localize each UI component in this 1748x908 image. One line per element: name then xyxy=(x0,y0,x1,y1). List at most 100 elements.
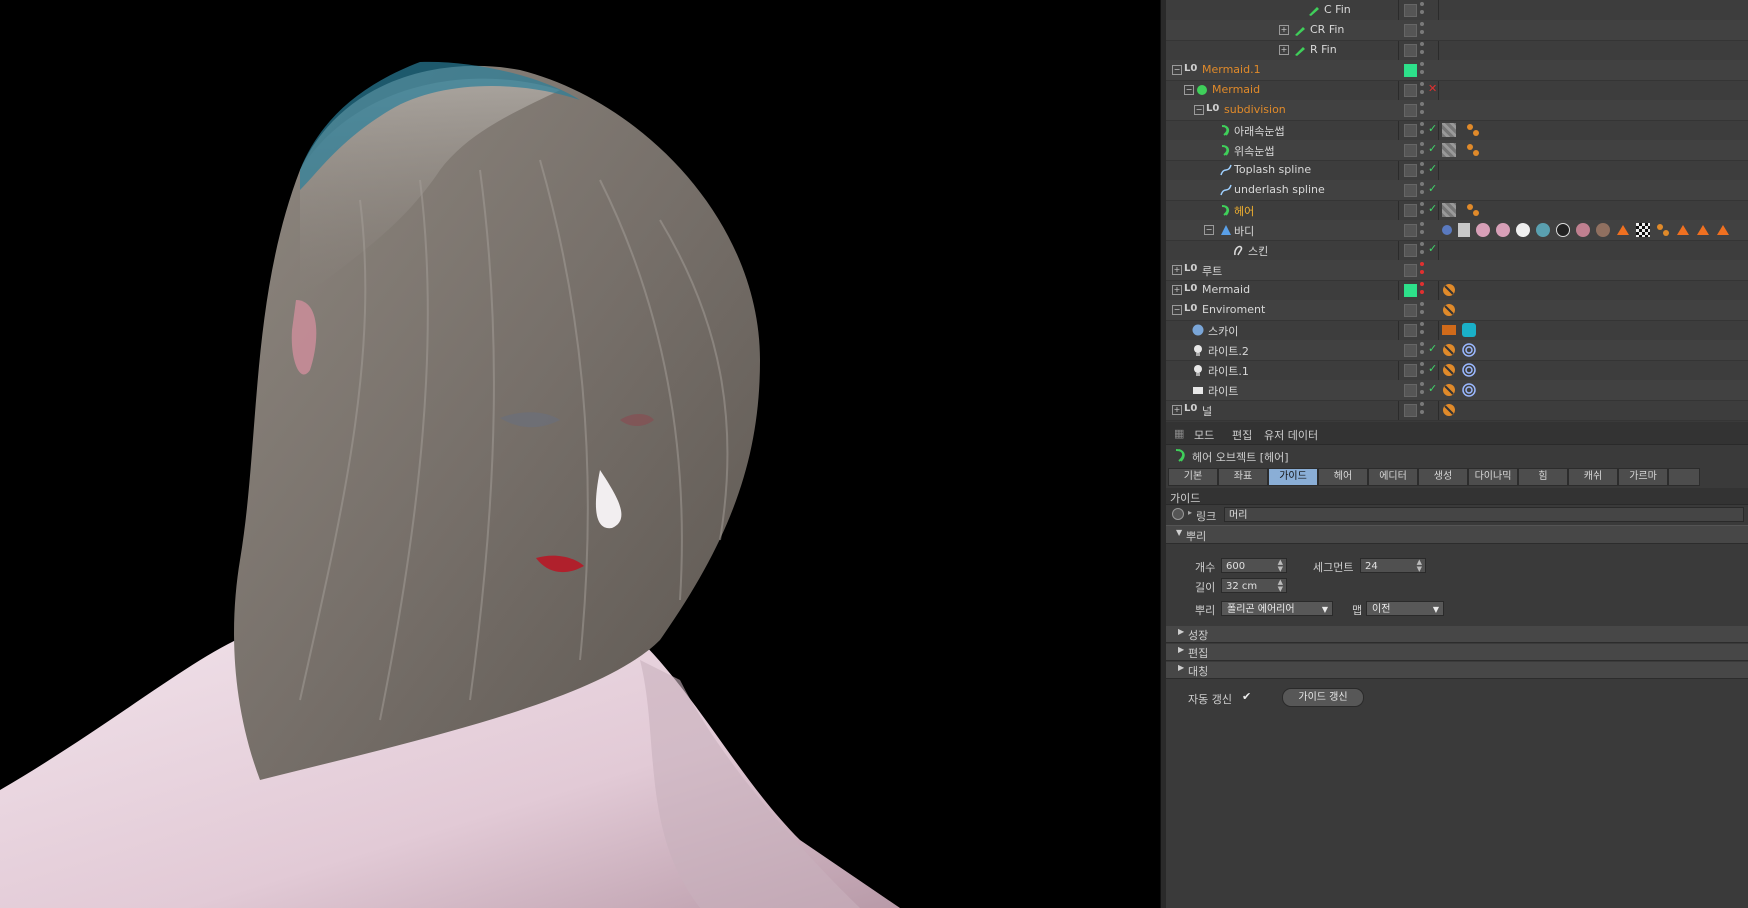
object-row[interactable]: − L0 Enviroment xyxy=(1166,300,1748,321)
checker-tag-icon[interactable] xyxy=(1636,223,1650,237)
visibility-dots[interactable] xyxy=(1420,2,1424,18)
tab-more[interactable] xyxy=(1668,468,1700,486)
object-row[interactable]: 라이트 ✓ xyxy=(1166,380,1748,401)
hair-tag-icon[interactable] xyxy=(1656,223,1670,237)
object-row[interactable]: + R Fin xyxy=(1166,40,1748,61)
compositing-tag-icon[interactable] xyxy=(1442,325,1456,335)
layer-toggle[interactable] xyxy=(1404,264,1417,277)
enabled-check-icon[interactable]: ✓ xyxy=(1428,162,1437,175)
enabled-check-icon[interactable]: ✓ xyxy=(1428,142,1437,155)
tab-guides[interactable]: 가이드 xyxy=(1268,468,1318,486)
menu-edit[interactable]: 편집 xyxy=(1232,427,1252,443)
enabled-check-icon[interactable]: ✓ xyxy=(1428,342,1437,355)
animation-radio[interactable] xyxy=(1172,508,1184,520)
layer-toggle[interactable] xyxy=(1404,124,1417,137)
visibility-dots[interactable] xyxy=(1420,382,1424,398)
visibility-dots[interactable] xyxy=(1420,62,1424,78)
expand-icon[interactable]: + xyxy=(1172,285,1182,295)
object-row[interactable]: 라이트.2 ✓ xyxy=(1166,340,1748,361)
visibility-dots[interactable] xyxy=(1420,122,1424,138)
material-tag[interactable] xyxy=(1556,223,1570,237)
collapse-icon[interactable]: − xyxy=(1194,105,1204,115)
object-row[interactable]: + CR Fin xyxy=(1166,20,1748,41)
object-row[interactable]: Toplash spline ✓ xyxy=(1166,160,1748,181)
object-row[interactable]: + L0 널 xyxy=(1166,400,1748,421)
layer-toggle[interactable] xyxy=(1404,204,1417,217)
visibility-dots[interactable] xyxy=(1420,22,1424,38)
hair-tag-icon[interactable] xyxy=(1466,143,1480,157)
target-tag-icon[interactable] xyxy=(1462,383,1476,397)
object-row[interactable]: underlash spline ✓ xyxy=(1166,180,1748,201)
layer-toggle[interactable] xyxy=(1404,24,1417,37)
object-row[interactable]: C Fin xyxy=(1166,0,1748,21)
material-tag[interactable] xyxy=(1596,223,1610,237)
enabled-check-icon[interactable]: ✓ xyxy=(1428,382,1437,395)
phong-tag-icon[interactable] xyxy=(1442,225,1452,235)
collapse-icon[interactable]: − xyxy=(1184,85,1194,95)
menu-user-data[interactable]: 유저 데이터 xyxy=(1264,427,1318,443)
object-row[interactable]: 라이트.1 ✓ xyxy=(1166,360,1748,381)
growth-section-bar[interactable]: ▶ 성장 xyxy=(1166,626,1748,643)
layer-toggle[interactable] xyxy=(1404,104,1417,117)
expand-icon[interactable]: + xyxy=(1279,25,1289,35)
layer-toggle[interactable] xyxy=(1404,64,1417,77)
root-dropdown[interactable]: 폴리곤 에어리어 ▼ xyxy=(1221,601,1333,616)
visibility-dots[interactable] xyxy=(1420,82,1424,98)
layer-toggle[interactable] xyxy=(1404,4,1417,17)
object-row[interactable]: 스카이 xyxy=(1166,320,1748,341)
expand-icon[interactable]: + xyxy=(1172,405,1182,415)
expand-icon[interactable]: + xyxy=(1172,265,1182,275)
visibility-dots[interactable] xyxy=(1420,362,1424,378)
roots-section-bar[interactable]: ▼ 뿌리 xyxy=(1166,525,1748,544)
visibility-dots[interactable] xyxy=(1420,202,1424,218)
segments-input[interactable]: 24 ▲ ▼ xyxy=(1360,558,1426,573)
symmetry-section-bar[interactable]: ▶ 대칭 xyxy=(1166,662,1748,679)
layer-toggle[interactable] xyxy=(1404,184,1417,197)
enabled-check-icon[interactable]: ✓ xyxy=(1428,202,1437,215)
3d-viewport[interactable] xyxy=(0,0,1160,908)
object-row[interactable]: + L0 루트 xyxy=(1166,260,1748,281)
visibility-dots[interactable] xyxy=(1420,322,1424,338)
hair-material-tag[interactable] xyxy=(1442,123,1456,137)
map-dropdown[interactable]: 이전 ▼ xyxy=(1366,601,1444,616)
enabled-check-icon[interactable]: ✓ xyxy=(1428,182,1437,195)
object-row[interactable]: + L0 Mermaid xyxy=(1166,280,1748,301)
triangle-tag-icon[interactable] xyxy=(1616,223,1630,237)
protection-tag-icon[interactable] xyxy=(1442,343,1456,357)
collapse-icon[interactable]: − xyxy=(1204,225,1214,235)
link-field[interactable]: 머리 xyxy=(1224,507,1744,522)
protection-tag-icon[interactable] xyxy=(1442,283,1456,297)
target-tag-icon[interactable] xyxy=(1462,343,1476,357)
visibility-dots[interactable] xyxy=(1420,302,1424,318)
layer-toggle[interactable] xyxy=(1404,384,1417,397)
hair-material-tag[interactable] xyxy=(1442,143,1456,157)
enabled-check-icon[interactable]: ✓ xyxy=(1428,122,1437,135)
visibility-dots[interactable] xyxy=(1420,162,1424,178)
material-tag[interactable] xyxy=(1516,223,1530,237)
disabled-x-icon[interactable]: ✕ xyxy=(1428,82,1437,95)
menu-mode[interactable]: 모드 xyxy=(1194,427,1214,443)
layer-toggle[interactable] xyxy=(1404,344,1417,357)
edit-section-bar[interactable]: ▶ 편집 xyxy=(1166,644,1748,661)
tab-generate[interactable]: 생성 xyxy=(1418,468,1468,486)
collapse-icon[interactable]: − xyxy=(1172,65,1182,75)
layer-toggle[interactable] xyxy=(1404,324,1417,337)
layer-toggle[interactable] xyxy=(1404,144,1417,157)
hair-tag-icon[interactable] xyxy=(1466,123,1480,137)
enabled-check-icon[interactable]: ✓ xyxy=(1428,362,1437,375)
layer-toggle[interactable] xyxy=(1404,44,1417,57)
object-row[interactable]: 헤어 ✓ xyxy=(1166,200,1748,221)
layer-toggle[interactable] xyxy=(1404,164,1417,177)
collapse-icon[interactable]: − xyxy=(1172,305,1182,315)
auto-update-checkbox[interactable]: ✔ xyxy=(1242,690,1251,703)
tab-editor[interactable]: 에디터 xyxy=(1368,468,1418,486)
material-tag[interactable] xyxy=(1536,223,1550,237)
layer-toggle[interactable] xyxy=(1404,304,1417,317)
visibility-dots[interactable] xyxy=(1420,262,1424,278)
visibility-dots[interactable] xyxy=(1420,42,1424,58)
visibility-dots[interactable] xyxy=(1420,242,1424,258)
layer-toggle[interactable] xyxy=(1404,224,1417,237)
visibility-dots[interactable] xyxy=(1420,342,1424,358)
stepper-icon[interactable]: ▲ ▼ xyxy=(1278,579,1283,593)
tab-coord[interactable]: 좌표 xyxy=(1218,468,1268,486)
